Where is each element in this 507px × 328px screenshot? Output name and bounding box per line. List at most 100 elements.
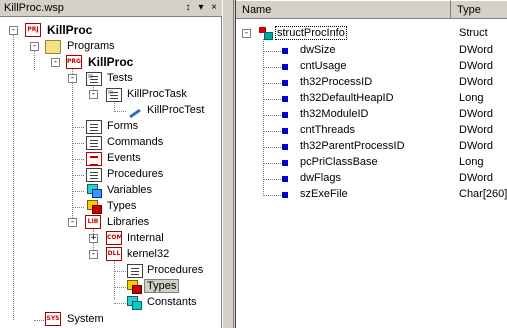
pin-icon[interactable]: ↕ (182, 2, 194, 14)
com-icon: COM (106, 231, 122, 245)
column-header-type[interactable]: Type (451, 0, 507, 19)
events-icon (86, 152, 102, 166)
tree-node-killproc-program[interactable]: - PRG KillProc (0, 55, 220, 71)
project-tree[interactable]: - PRJ KillProc - Programs - PRG KillProc… (0, 18, 221, 328)
field-type: DWord (459, 172, 494, 184)
collapse-icon[interactable]: - (242, 29, 251, 38)
close-icon[interactable]: × (208, 2, 220, 14)
collapse-icon[interactable]: - (89, 90, 98, 99)
field-row[interactable]: th32ParentProcessID DWord (236, 139, 507, 155)
tree-node-commands[interactable]: Commands (0, 135, 220, 151)
procedures-icon (86, 168, 102, 182)
tree-line (263, 195, 281, 196)
test-task-icon (106, 88, 122, 102)
tree-node-events[interactable]: Events (0, 151, 220, 167)
tree-label: Internal (127, 232, 164, 244)
procedures-icon (127, 264, 143, 278)
field-row[interactable]: th32ProcessID DWord (236, 75, 507, 91)
tree-node-root[interactable]: - PRJ KillProc (0, 23, 220, 39)
tree-node-procedures[interactable]: Procedures (0, 167, 220, 183)
field-row[interactable]: th32DefaultHeapID Long (236, 91, 507, 107)
field-row[interactable]: th32ModuleID DWord (236, 107, 507, 123)
field-icon (282, 192, 288, 198)
workspace-title-bar: KillProc.wsp ↕ ▾ × (0, 0, 222, 17)
tree-label: Procedures (147, 264, 204, 276)
constants-icon (127, 296, 142, 310)
tree-node-programs[interactable]: - Programs (0, 39, 220, 55)
collapse-icon[interactable]: - (68, 218, 77, 227)
field-row[interactable]: cntUsage DWord (236, 59, 507, 75)
tree-node-system[interactable]: SYS System (0, 312, 220, 328)
field-icon (282, 176, 288, 182)
field-type: Char[260] (459, 188, 507, 200)
tree-node-kernel32-constants[interactable]: Constants (0, 295, 220, 311)
dropdown-icon[interactable]: ▾ (195, 2, 207, 14)
tree-line (263, 51, 281, 52)
tree-line (263, 115, 281, 116)
tree-line (114, 287, 126, 288)
tree-label: Forms (107, 120, 139, 132)
field-icon (282, 160, 288, 166)
collapse-icon[interactable]: - (30, 42, 39, 51)
tree-label: KillProc (88, 55, 134, 69)
tree-label: KillProcTest (147, 104, 205, 116)
tree-label: Tests (107, 72, 133, 84)
tree-line (72, 191, 84, 192)
lib-icon: LIB (85, 215, 101, 229)
field-icon (282, 64, 288, 70)
collapse-icon[interactable]: - (51, 58, 60, 67)
field-name: szExeFile (300, 188, 348, 200)
field-icon (282, 128, 288, 134)
column-header-name[interactable]: Name (236, 0, 451, 19)
tree-node-variables[interactable]: Variables (0, 183, 220, 199)
tests-icon (86, 72, 102, 86)
tree-node-kernel32-types[interactable]: Types (0, 279, 220, 295)
field-name: dwFlags (300, 172, 341, 184)
tree-node-kernel32[interactable]: - DLL kernel32 (0, 247, 220, 263)
tree-label: Types (107, 200, 137, 212)
collapse-icon[interactable]: - (89, 250, 98, 259)
field-name: pcPriClassBase (300, 156, 378, 168)
tree-label: Libraries (107, 216, 150, 228)
tree-label: KillProc (47, 23, 93, 37)
field-type: DWord (459, 124, 494, 136)
tree-node-killproctest[interactable]: KillProcTest (0, 103, 220, 119)
tree-node-killproctask[interactable]: - KillProcTask (0, 87, 220, 103)
struct-name: structProcInfo (275, 26, 347, 40)
tree-node-types[interactable]: Types (0, 199, 220, 215)
test-case-icon (127, 104, 143, 118)
field-icon (282, 96, 288, 102)
forms-icon (86, 120, 102, 134)
tree-node-tests[interactable]: - Tests (0, 71, 220, 87)
types-icon (87, 200, 102, 214)
tree-label: Events (107, 152, 141, 164)
tree-line (263, 131, 281, 132)
expand-icon[interactable]: + (89, 234, 98, 243)
field-row[interactable]: pcPriClassBase Long (236, 155, 507, 171)
field-row[interactable]: dwSize DWord (236, 43, 507, 59)
pane-splitter[interactable] (222, 0, 234, 328)
field-row[interactable]: cntThreads DWord (236, 123, 507, 139)
field-icon (282, 80, 288, 86)
tree-line (114, 271, 126, 272)
field-row[interactable]: szExeFile Char[260] (236, 187, 507, 203)
field-row[interactable]: dwFlags DWord (236, 171, 507, 187)
tree-node-libraries[interactable]: - LIB Libraries (0, 215, 220, 231)
field-name: cntUsage (300, 60, 347, 72)
tree-node-internal[interactable]: + COM Internal (0, 231, 220, 247)
struct-row[interactable]: - structProcInfo Struct (236, 26, 507, 42)
tree-label: KillProcTask (127, 88, 187, 100)
workspace-pane: KillProc.wsp ↕ ▾ × - PRJ KillProc - Prog… (0, 0, 222, 328)
tree-line (114, 303, 126, 304)
tree-line (72, 143, 84, 144)
tree-node-forms[interactable]: Forms (0, 119, 220, 135)
collapse-icon[interactable]: - (68, 74, 77, 83)
collapse-icon[interactable]: - (9, 26, 18, 35)
tree-line (72, 127, 84, 128)
field-name: dwSize (300, 44, 336, 56)
field-type: DWord (459, 108, 494, 120)
variables-icon (87, 184, 102, 198)
commands-icon (86, 136, 102, 150)
tree-line (263, 179, 281, 180)
tree-node-kernel32-procedures[interactable]: Procedures (0, 263, 220, 279)
